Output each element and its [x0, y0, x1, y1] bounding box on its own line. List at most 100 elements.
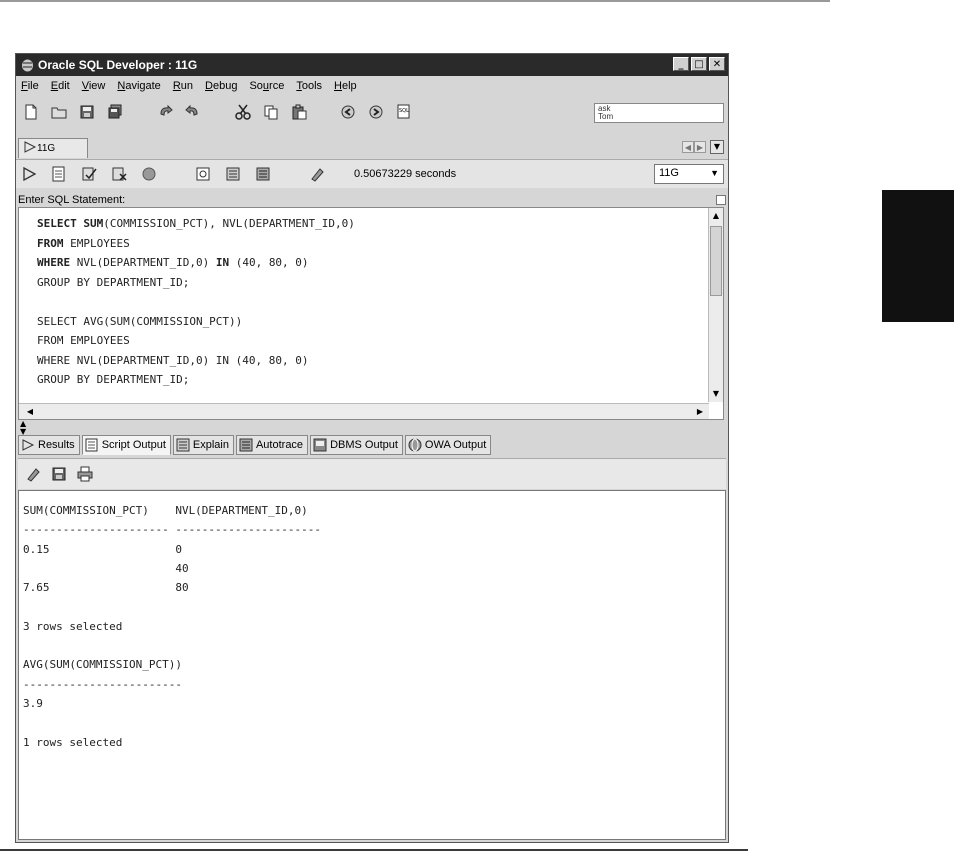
sql-line-2: FROM EMPLOYEES [37, 236, 130, 250]
scroll-tabs-right-icon[interactable]: ▶ [694, 141, 706, 153]
menu-tools[interactable]: Tools [296, 80, 322, 92]
output-blank [23, 713, 321, 732]
connection-value: 11G [659, 167, 679, 179]
tab-explain[interactable]: Explain [172, 435, 234, 455]
redo-icon[interactable] [184, 103, 202, 121]
editor-horizontal-scrollbar[interactable]: ◀ ▶ [19, 403, 709, 419]
scroll-up-icon[interactable]: ▲ [710, 209, 722, 223]
output-header-1: SUM(COMMISSION_PCT) NVL(DEPARTMENT_ID,0) [23, 504, 308, 517]
tab-results-label: Results [38, 439, 75, 451]
forward-nav-icon[interactable] [368, 103, 386, 121]
clear-eraser-icon[interactable] [308, 165, 326, 183]
window-title: Oracle SQL Developer : 11G [38, 58, 198, 72]
sql-editor-text: SELECT SUM(COMMISSION_PCT), NVL(DEPARTME… [37, 214, 355, 390]
paste-icon[interactable] [290, 103, 308, 121]
minimize-button[interactable]: _ [673, 57, 689, 71]
ask-tom-search-input[interactable]: ask Tom [594, 103, 724, 123]
menu-help[interactable]: Help [334, 80, 357, 92]
sql-line-6: SELECT AVG(SUM(COMMISSION_PCT)) [37, 314, 243, 328]
execute-statement-icon[interactable] [20, 165, 38, 183]
clear-output-icon[interactable] [24, 465, 42, 483]
cut-icon[interactable] [234, 103, 252, 121]
menu-view[interactable]: View [82, 80, 106, 92]
document-tab-row: 11G ◀ ▶ ▼ [16, 137, 728, 159]
svg-text:SQL: SQL [399, 108, 409, 114]
save-all-icon[interactable] [106, 103, 124, 121]
scroll-left-icon[interactable]: ◀ [23, 405, 37, 418]
sql-editor[interactable]: SELECT SUM(COMMISSION_PCT), NVL(DEPARTME… [18, 207, 724, 420]
output-rule-2: ------------------------ [23, 677, 182, 691]
back-nav-icon[interactable] [340, 103, 358, 121]
result-tab-bar: Results Script Output Explain Autotrace … [18, 435, 726, 457]
search-brand-line2: Tom [598, 112, 614, 121]
menu-bar: File Edit View Navigate Run Debug Source… [16, 76, 728, 96]
execution-time: 0.50673229 seconds [354, 168, 457, 180]
sql-line-4: GROUP BY DEPARTMENT_ID; [37, 275, 190, 289]
explain-plan-icon[interactable] [224, 165, 242, 183]
output-row: 3.9 [23, 696, 43, 710]
menu-edit[interactable]: Edit [51, 80, 70, 92]
script-output-panel[interactable]: SUM(COMMISSION_PCT) NVL(DEPARTMENT_ID,0)… [18, 490, 726, 840]
autotrace-icon[interactable] [254, 165, 272, 183]
cancel-icon[interactable] [140, 165, 158, 183]
run-script-icon[interactable] [50, 165, 68, 183]
connection-select[interactable]: 11G ▼ [654, 164, 724, 184]
save-output-icon[interactable] [50, 465, 68, 483]
dbms-output-icon [313, 438, 327, 452]
output-blank [23, 636, 321, 655]
maximize-button[interactable]: □ [691, 57, 707, 71]
commit-icon[interactable] [80, 165, 98, 183]
maximize-editor-icon[interactable] [716, 195, 726, 205]
page-bottom-rule [0, 849, 748, 851]
menu-run[interactable]: Run [173, 80, 193, 92]
new-file-icon[interactable] [22, 103, 40, 121]
scroll-down-icon[interactable]: ▼ [710, 387, 722, 401]
tab-11g-label: 11G [37, 143, 56, 154]
scroll-thumb[interactable] [710, 226, 722, 296]
output-blank [23, 597, 321, 616]
tab-11g[interactable]: 11G [18, 138, 88, 158]
output-summary-1: 3 rows selected [23, 619, 123, 633]
explain-icon [176, 438, 190, 452]
owa-globe-icon [408, 438, 422, 452]
sql-line-9: GROUP BY DEPARTMENT_ID; [37, 373, 190, 386]
sql-line-7: FROM EMPLOYEES [37, 334, 130, 347]
sql-developer-window: Oracle SQL Developer : 11G _ □ ✕ File Ed… [15, 53, 729, 843]
menu-debug[interactable]: Debug [205, 80, 237, 92]
output-header-2: AVG(SUM(COMMISSION_PCT)) [23, 658, 182, 672]
menu-source[interactable]: Source [249, 80, 284, 92]
tab-autotrace-label: Autotrace [255, 439, 304, 451]
output-toolbar [18, 458, 726, 489]
sql-history-icon[interactable] [194, 165, 212, 183]
app-logo-icon [20, 58, 34, 72]
rollback-icon[interactable] [110, 165, 128, 183]
menu-navigate[interactable]: Navigate [117, 80, 160, 92]
copy-icon[interactable] [262, 103, 280, 121]
output-summary-2: 1 rows selected [23, 735, 123, 749]
scroll-tabs-left-icon[interactable]: ◀ [682, 141, 694, 153]
editor-vertical-scrollbar[interactable]: ▲ ▼ [708, 208, 723, 402]
close-button[interactable]: ✕ [709, 57, 725, 71]
tab-script-output[interactable]: Script Output [81, 435, 171, 455]
tab-dbms-output[interactable]: DBMS Output [310, 435, 403, 455]
menu-file[interactable]: File [21, 80, 39, 92]
autotrace-tab-icon [239, 438, 253, 452]
open-folder-icon[interactable] [50, 103, 68, 121]
script-output-text: SUM(COMMISSION_PCT) NVL(DEPARTMENT_ID,0)… [23, 501, 321, 752]
chapter-thumb-tab [882, 190, 954, 322]
output-row: 0.15 0 [23, 542, 182, 556]
tab-owa-output[interactable]: OWA Output [404, 435, 492, 455]
pane-splitter-icon[interactable]: ▲ ▼ [20, 420, 26, 436]
sql-worksheet-icon[interactable]: SQL [396, 103, 414, 121]
tab-results[interactable]: Results [18, 435, 80, 455]
print-icon[interactable] [76, 465, 94, 483]
undo-icon[interactable] [156, 103, 174, 121]
output-row: 40 [23, 561, 189, 575]
output-rule-1: ---------------------- -----------------… [23, 523, 322, 537]
tab-list-dropdown-icon[interactable]: ▼ [710, 140, 724, 154]
tab-autotrace[interactable]: Autotrace [235, 435, 309, 455]
scroll-right-icon[interactable]: ▶ [693, 405, 707, 418]
main-toolbar: SQL ask Tom [16, 97, 728, 127]
sql-line-8: WHERE NVL(DEPARTMENT_ID,0) IN (40, 80, 0… [37, 353, 309, 367]
save-icon[interactable] [78, 103, 96, 121]
